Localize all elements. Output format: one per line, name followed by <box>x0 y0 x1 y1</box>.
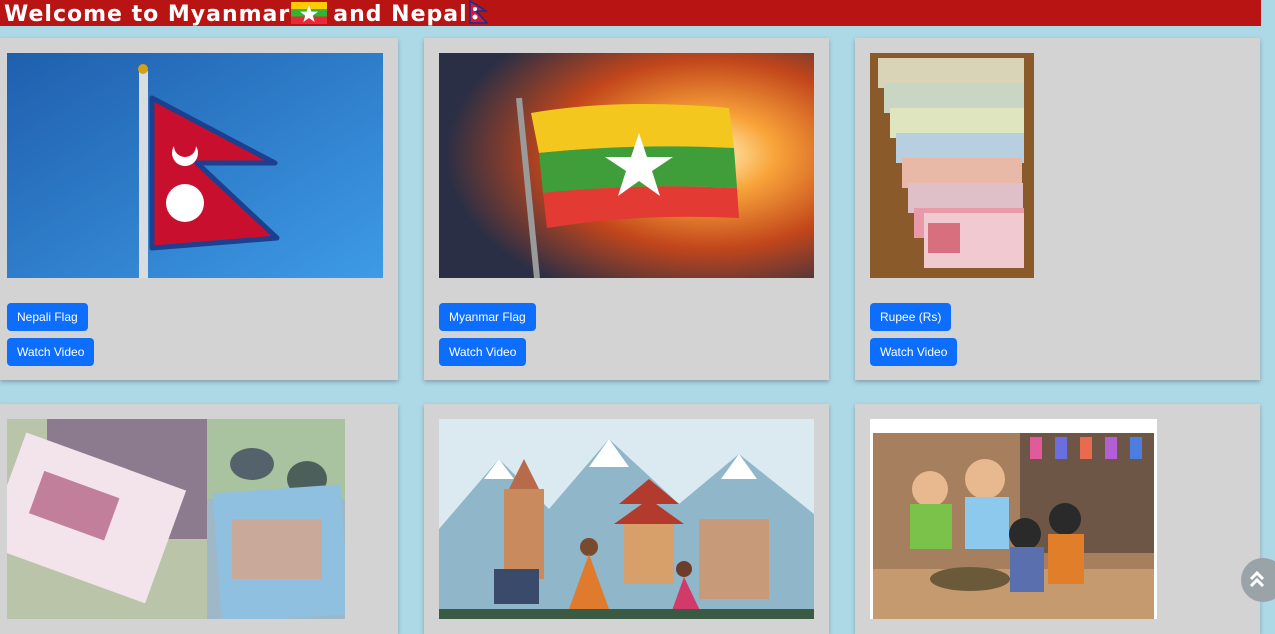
nepal-flag-icon <box>468 0 489 26</box>
card-rupee: Rupee (Rs) Watch Video <box>855 38 1260 380</box>
watch-video-button[interactable]: Watch Video <box>7 338 95 366</box>
nepali-flag-photo <box>7 53 383 278</box>
nepali-flag-button[interactable]: Nepali Flag <box>7 303 88 331</box>
myanmar-flag-icon <box>291 2 328 26</box>
page-header: Welcome to Myanmar and Nepal <box>0 0 1261 26</box>
page-title-suffix: and Nepal <box>333 2 468 27</box>
card-myanmar-flag: Myanmar Flag Watch Video <box>424 38 829 380</box>
page-title: Welcome to Myanmar <box>4 2 291 27</box>
nepali-rupee-notes-photo <box>870 53 1034 278</box>
card-culture <box>424 404 829 634</box>
myanmar-family-illustration <box>870 419 1157 619</box>
myanmar-flag-photo <box>439 53 814 278</box>
rupee-button[interactable]: Rupee (Rs) <box>870 303 952 331</box>
card-kyat <box>0 404 398 634</box>
myanmar-kyat-notes-photo <box>7 419 345 619</box>
nepal-culture-illustration <box>439 419 814 619</box>
myanmar-flag-button[interactable]: Myanmar Flag <box>439 303 536 331</box>
card-family <box>855 404 1260 634</box>
watch-video-button[interactable]: Watch Video <box>870 338 958 366</box>
watch-video-button[interactable]: Watch Video <box>439 338 527 366</box>
card-nepali-flag: Nepali Flag Watch Video <box>0 38 398 380</box>
